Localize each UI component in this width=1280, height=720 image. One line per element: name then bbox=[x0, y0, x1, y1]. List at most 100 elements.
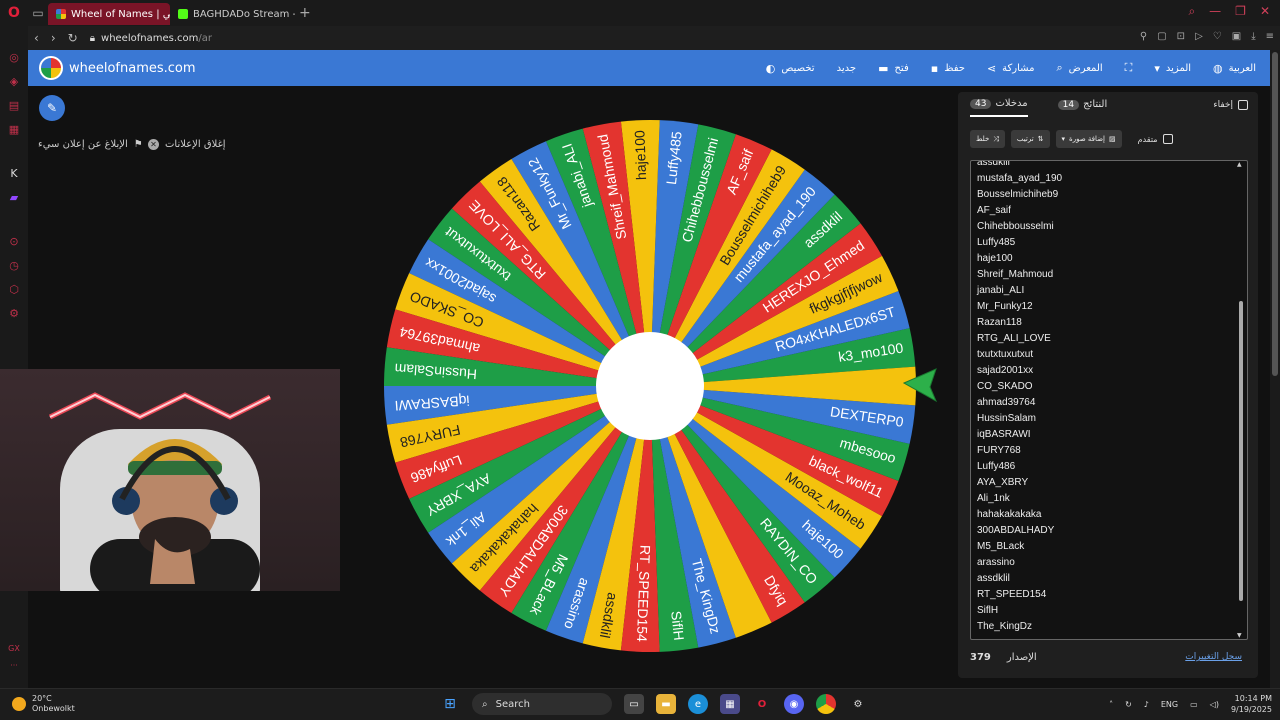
entry-line: Mr_Funky12 bbox=[977, 301, 1033, 312]
player-icon[interactable]: ▦ bbox=[7, 122, 21, 136]
language-button[interactable]: ◍ العربية bbox=[1213, 62, 1256, 75]
forward-icon[interactable]: › bbox=[51, 31, 56, 45]
hide-label: إخفاء bbox=[1213, 100, 1233, 110]
add-image-button[interactable]: ▾ إضافة صورة ▨ bbox=[1055, 130, 1122, 148]
customize-button[interactable]: ◐ تخصيص bbox=[766, 62, 815, 75]
advanced-checkbox[interactable] bbox=[1162, 134, 1173, 144]
changelog-link[interactable]: سجل التغييرات bbox=[1185, 652, 1242, 662]
vpn-icon[interactable]: ⊡ bbox=[1177, 31, 1185, 42]
language-indicator[interactable]: ENG bbox=[1161, 700, 1178, 709]
discord-icon[interactable]: ◉ bbox=[784, 694, 804, 714]
wheel-favicon-icon bbox=[56, 9, 66, 19]
app-settings-icon[interactable]: ⚙ bbox=[848, 694, 868, 714]
more-button[interactable]: ▾ المزيد bbox=[1154, 62, 1191, 75]
wheel-center-hub[interactable] bbox=[596, 332, 704, 440]
bag-icon[interactable]: ◈ bbox=[7, 74, 21, 88]
page-scrollbar[interactable] bbox=[1270, 50, 1280, 688]
close-ads-button[interactable]: ✕ إغلاق الإعلانات bbox=[148, 139, 226, 150]
entry-line: Razan118 bbox=[977, 317, 1022, 328]
tab-wheel-of-names[interactable]: Wheel of Names | عشوائي bbox=[48, 3, 170, 25]
share-button[interactable]: ⋖ مشاركة bbox=[987, 62, 1035, 75]
gx-icon[interactable]: GX bbox=[8, 644, 20, 653]
settings-icon[interactable]: ⚙ bbox=[7, 306, 21, 320]
clock-icon[interactable]: ◷ bbox=[7, 258, 21, 272]
download-icon[interactable]: ⤓ bbox=[1251, 31, 1255, 42]
save-button[interactable]: ▪ حفظ bbox=[931, 62, 965, 75]
hide-toggle[interactable]: إخفاء bbox=[1213, 100, 1248, 110]
snapshot-icon[interactable]: ▢ bbox=[1157, 31, 1166, 42]
chrome-icon[interactable] bbox=[816, 694, 836, 714]
temperature: 20°C bbox=[32, 694, 52, 703]
heart-icon[interactable]: ♡ bbox=[1213, 31, 1222, 42]
minimize-icon[interactable]: — bbox=[1209, 4, 1221, 19]
url-field[interactable]: 🔒︎ wheelofnames.com/ar bbox=[90, 33, 212, 44]
play-icon[interactable]: ▷ bbox=[1195, 31, 1203, 42]
more-icon[interactable]: ··· bbox=[10, 661, 18, 670]
edge-icon[interactable]: e bbox=[688, 694, 708, 714]
system-tray: ˄ ↻ ♪ ENG ▭ ◁) 10:14 PM 9/19/2025 bbox=[1109, 693, 1272, 715]
edit-pencil-button[interactable]: ✎ bbox=[39, 95, 65, 121]
search-tabs-icon[interactable]: ⌕ bbox=[1188, 4, 1195, 19]
clock[interactable]: 10:14 PM 9/19/2025 bbox=[1231, 693, 1272, 715]
entries-scroll-thumb[interactable] bbox=[1239, 301, 1243, 601]
wheel-logo-icon[interactable] bbox=[39, 56, 63, 80]
store-icon[interactable]: ▦ bbox=[720, 694, 740, 714]
file-explorer-icon[interactable]: ▬ bbox=[656, 694, 676, 714]
entry-line: The_KingDz bbox=[977, 621, 1033, 632]
wallet-icon[interactable]: ▣ bbox=[1232, 31, 1241, 42]
opera-taskbar-icon[interactable]: O bbox=[752, 694, 772, 714]
report-ad-button[interactable]: الإبلاغ عن إعلان سيء ⚑ bbox=[38, 139, 143, 150]
maximize-icon[interactable]: ❐ bbox=[1235, 4, 1246, 19]
fullscreen-button[interactable]: ⛶ bbox=[1125, 61, 1133, 75]
task-view-icon[interactable]: ▭ bbox=[624, 694, 644, 714]
entry-line: AF_saif bbox=[977, 205, 1011, 216]
kick-sidebar-icon[interactable]: K bbox=[7, 166, 21, 180]
mic-icon[interactable]: ♪ bbox=[1144, 700, 1149, 709]
menu-icon[interactable]: ≡ bbox=[1266, 31, 1274, 42]
add-image-label: إضافة صورة bbox=[1069, 135, 1106, 143]
extensions-icon[interactable]: ⬡ bbox=[7, 282, 21, 296]
messenger-icon[interactable]: ▤ bbox=[7, 98, 21, 112]
opera-logo-icon[interactable]: O bbox=[0, 0, 28, 26]
taskbar-search[interactable]: ⌕ Search bbox=[472, 693, 612, 715]
new-button[interactable]: جديد bbox=[837, 63, 856, 74]
shuffle-button[interactable]: خلط ⤨ bbox=[970, 130, 1005, 148]
tab-island-icon[interactable]: ▭ bbox=[28, 3, 48, 23]
new-tab-plus-icon[interactable]: + bbox=[299, 5, 311, 21]
scroll-up-icon[interactable]: ▲ bbox=[1237, 161, 1242, 168]
pin-icon[interactable]: ⚲ bbox=[1140, 31, 1147, 42]
hide-checkbox[interactable] bbox=[1238, 100, 1248, 110]
entries-textarea[interactable]: assdklil mustafa_ayad_190 Bousselmichiheb9… bbox=[970, 160, 1248, 640]
advanced-toggle[interactable]: متقدم bbox=[1138, 134, 1173, 144]
windows-start-icon[interactable]: ⊞ bbox=[440, 694, 460, 714]
entry-line: Ali_1nk bbox=[977, 493, 1010, 504]
page-scroll-thumb[interactable] bbox=[1272, 52, 1278, 376]
gallery-button[interactable]: ⌕ المعرض bbox=[1056, 61, 1102, 75]
entry-line: haje100 bbox=[977, 253, 1013, 264]
advanced-label: متقدم bbox=[1137, 134, 1158, 144]
name-wheel[interactable]: k3_mo100RO4xKHALEDx6STfkgkgjfjfjwowHEREX… bbox=[382, 118, 918, 654]
sidebar-bottom: GX ··· bbox=[0, 644, 28, 670]
open-button[interactable]: ▬ فتح bbox=[878, 62, 909, 75]
entries-scrollbar[interactable]: ▲ ▼ bbox=[1237, 161, 1245, 639]
twitch-icon[interactable]: ▰ bbox=[7, 190, 21, 204]
tab-entries[interactable]: 43 مدخلات bbox=[970, 98, 1028, 117]
entry-line: ahmad39764 bbox=[977, 397, 1036, 408]
speaker-icon[interactable]: ◁) bbox=[1210, 700, 1219, 709]
close-window-icon[interactable]: ✕ bbox=[1260, 4, 1270, 19]
entry-line: Bousselmichiheb9 bbox=[977, 189, 1059, 200]
scroll-down-icon[interactable]: ▼ bbox=[1237, 632, 1242, 639]
site-title[interactable]: wheelofnames.com bbox=[69, 61, 196, 76]
globe-icon: ◍ bbox=[1213, 61, 1223, 75]
aria-icon[interactable]: ◎ bbox=[7, 50, 21, 64]
tab-kick-stream[interactable]: BAGHDADo Stream - Wat bbox=[170, 3, 295, 25]
reload-icon[interactable]: ↻ bbox=[68, 31, 78, 45]
weather-widget[interactable]: 20°C Onbewolkt bbox=[12, 694, 75, 714]
tab-results[interactable]: 14 النتائج bbox=[1057, 98, 1107, 117]
display-icon[interactable]: ▭ bbox=[1190, 700, 1198, 709]
sort-button[interactable]: ترتيب ⇅ bbox=[1010, 130, 1050, 148]
sync-icon[interactable]: ↻ bbox=[1125, 700, 1132, 709]
tray-expand-icon[interactable]: ˄ bbox=[1109, 700, 1113, 709]
history-icon[interactable]: ⊙ bbox=[7, 234, 21, 248]
back-icon[interactable]: ‹ bbox=[34, 31, 39, 45]
